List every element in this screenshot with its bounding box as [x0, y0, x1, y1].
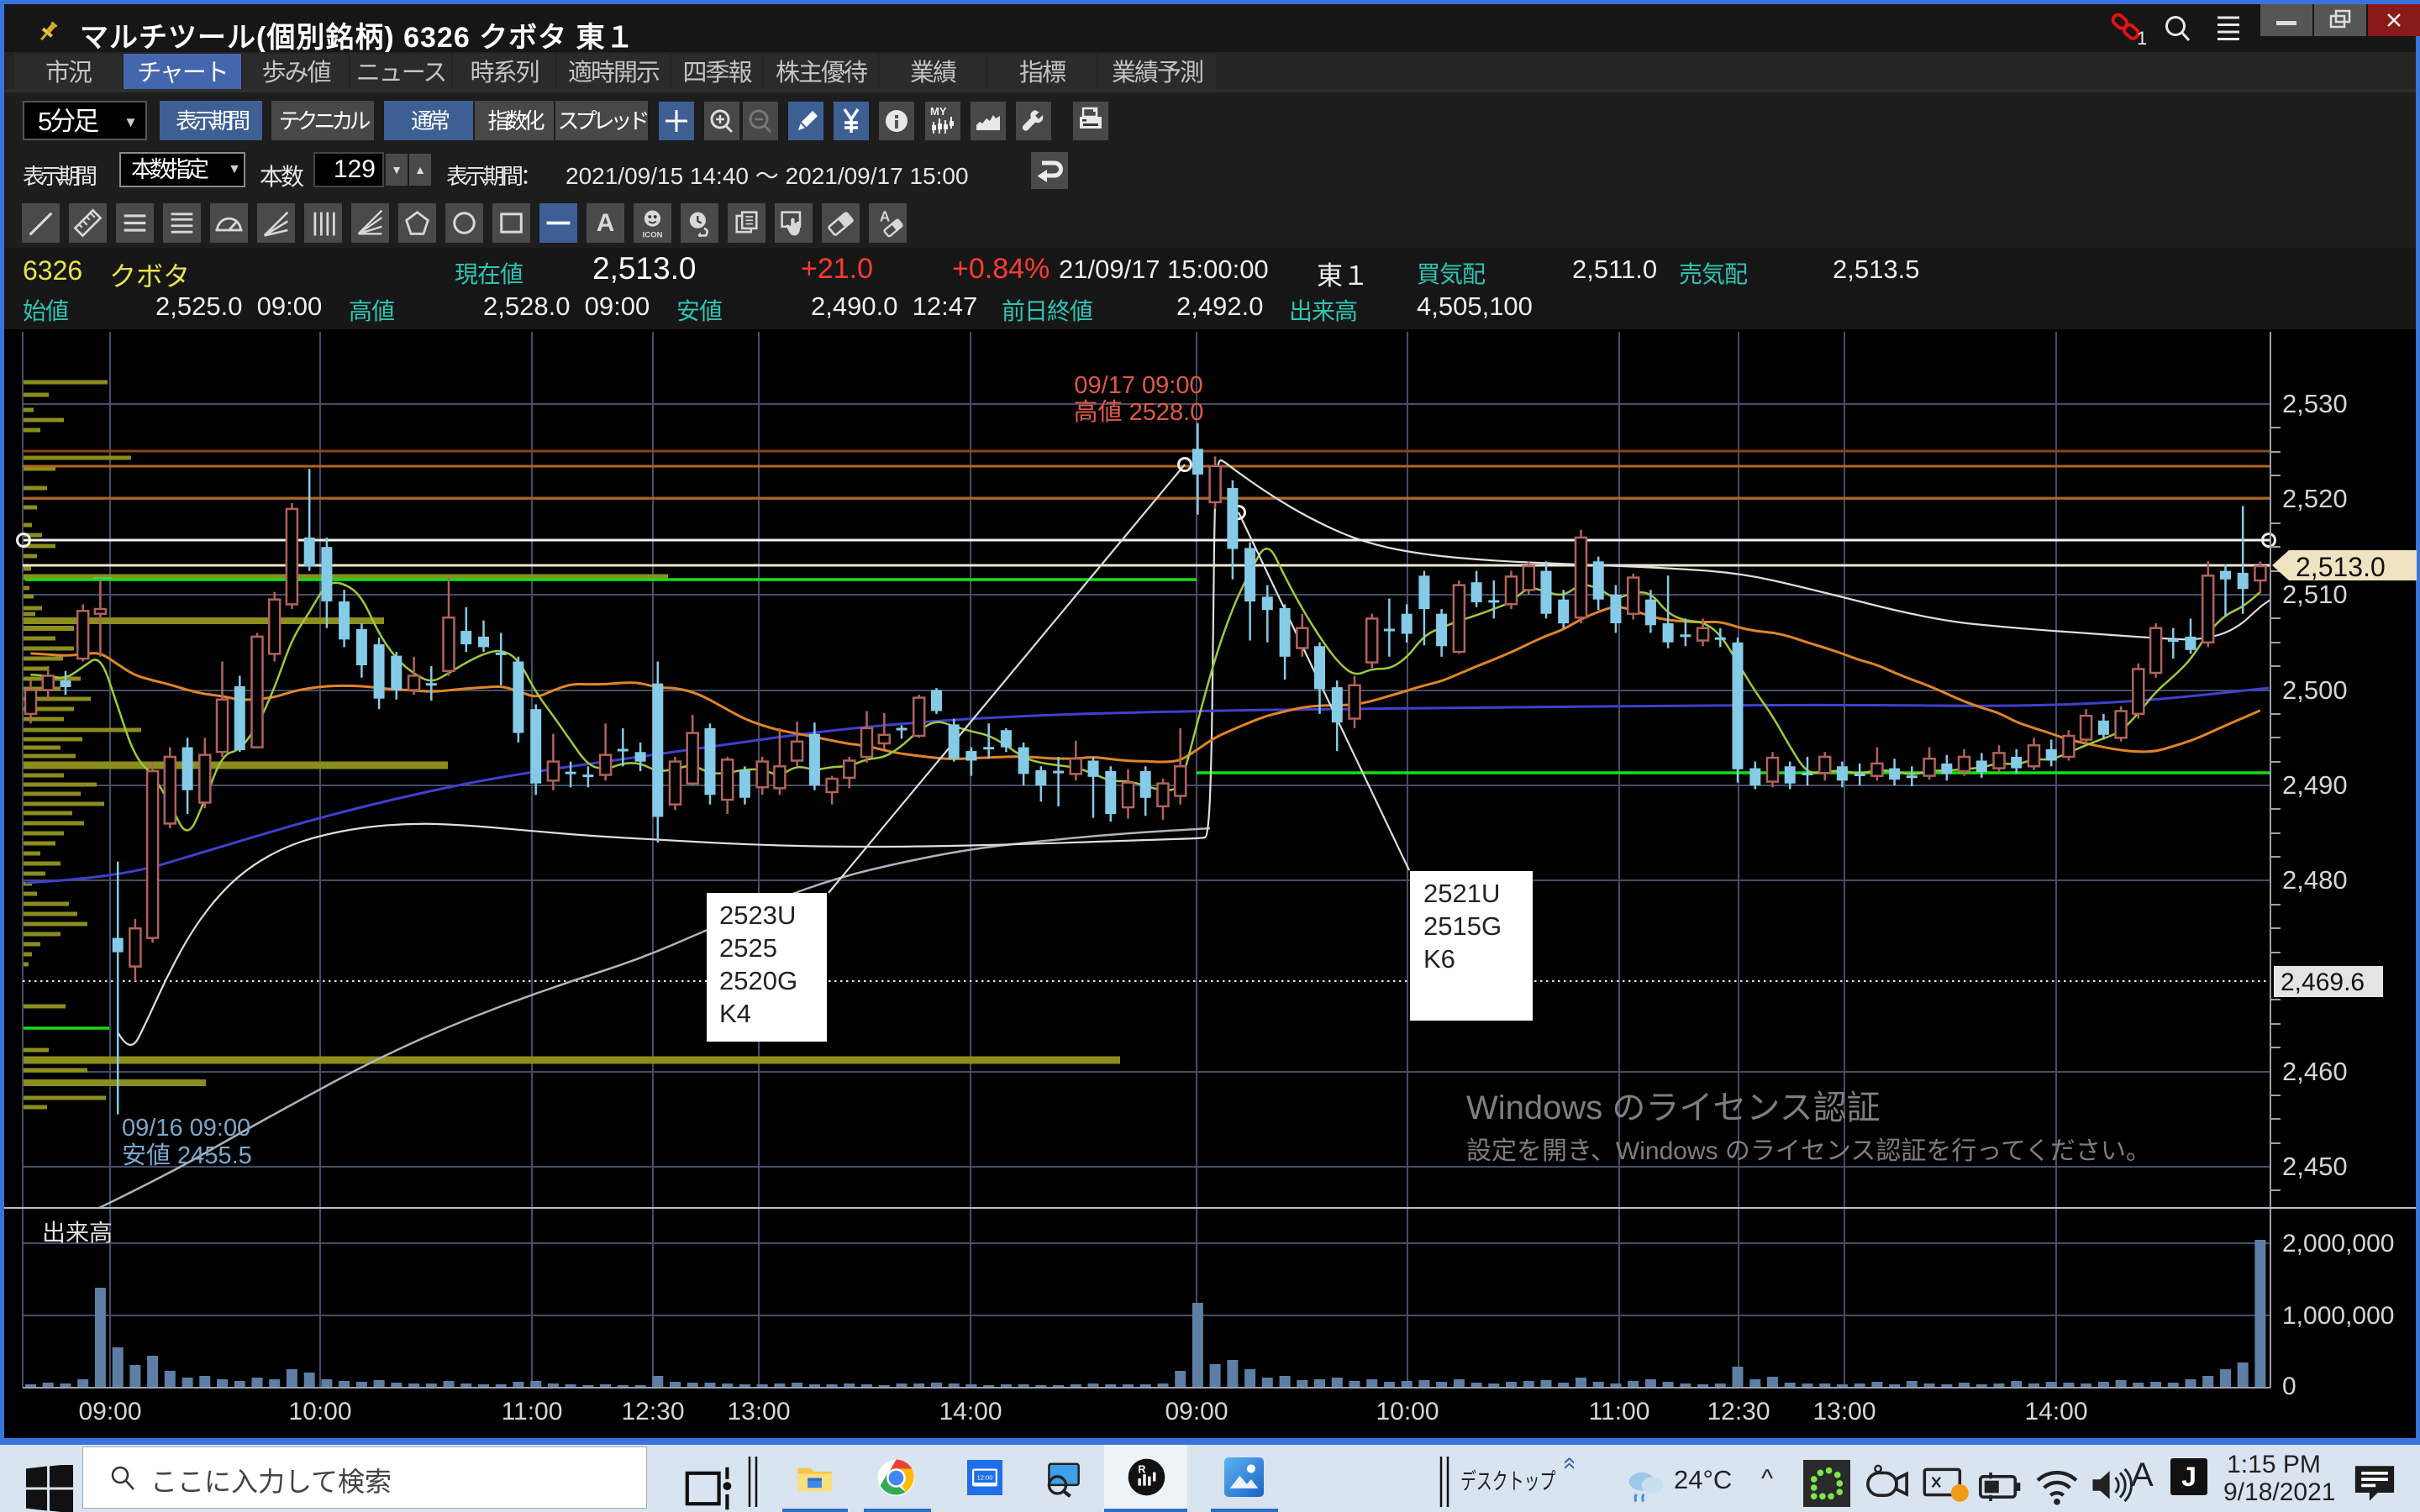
svg-text:K6: K6	[1423, 944, 1455, 974]
svg-text:10:00: 10:00	[1376, 1398, 1439, 1425]
svg-text:安値 2455.5: 安値 2455.5	[122, 1142, 252, 1169]
svg-text:10:00: 10:00	[288, 1398, 351, 1425]
svg-text:14:00: 14:00	[939, 1398, 1002, 1425]
svg-text:K4: K4	[719, 999, 751, 1028]
svg-text:2520G: 2520G	[719, 966, 797, 995]
svg-text:2,460: 2,460	[2282, 1057, 2348, 1086]
svg-text:2,530: 2,530	[2282, 389, 2348, 418]
svg-text:2523U: 2523U	[719, 900, 796, 930]
svg-text:2,520: 2,520	[2282, 484, 2348, 513]
svg-text:2525: 2525	[719, 933, 777, 963]
svg-text:出来高: 出来高	[42, 1220, 113, 1246]
svg-text:13:00: 13:00	[1812, 1398, 1876, 1425]
svg-text:1,000,000: 1,000,000	[2282, 1302, 2394, 1330]
svg-text:1: 1	[2137, 28, 2147, 46]
svg-text:09/16 09:00: 09/16 09:00	[122, 1115, 250, 1142]
svg-text:R: R	[1138, 1463, 1145, 1475]
svg-text:2,500: 2,500	[2282, 675, 2348, 705]
svg-text:2,450: 2,450	[2282, 1152, 2348, 1181]
svg-text:2,510: 2,510	[2282, 580, 2348, 609]
svg-text:2521U: 2521U	[1423, 879, 1500, 908]
svg-text:12:00: 12:00	[977, 1473, 993, 1481]
svg-text:11:00: 11:00	[502, 1398, 563, 1425]
svg-text:09:00: 09:00	[1165, 1398, 1228, 1425]
svg-text:2,469.6: 2,469.6	[2281, 969, 2365, 996]
svg-text:2,480: 2,480	[2282, 865, 2348, 895]
svg-text:設定を開き、Windows のライセンス認証を行ってください: 設定を開き、Windows のライセンス認証を行ってください。	[1466, 1137, 2151, 1165]
svg-text:09:00: 09:00	[78, 1398, 141, 1425]
svg-text:0: 0	[2282, 1373, 2296, 1400]
svg-text:ICON: ICON	[642, 231, 662, 240]
svg-text:12:30: 12:30	[621, 1398, 684, 1425]
svg-text:14:00: 14:00	[2024, 1398, 2087, 1425]
svg-text:MY: MY	[930, 105, 947, 118]
svg-text:Windows のライセンス認証: Windows のライセンス認証	[1466, 1089, 1881, 1126]
svg-text:11:00: 11:00	[1589, 1398, 1650, 1425]
svg-text:A: A	[597, 209, 615, 237]
svg-text:09/17 09:00: 09/17 09:00	[1074, 372, 1202, 399]
svg-text:2,513.0: 2,513.0	[2296, 552, 2386, 582]
svg-text:2,490: 2,490	[2282, 770, 2348, 800]
svg-text:A: A	[880, 208, 890, 224]
svg-text:2,000,000: 2,000,000	[2282, 1230, 2394, 1257]
svg-text:13:00: 13:00	[727, 1398, 790, 1425]
svg-text:高値 2528.0: 高値 2528.0	[1074, 398, 1204, 426]
svg-text:2515G: 2515G	[1423, 911, 1502, 941]
svg-text:12:30: 12:30	[1707, 1398, 1770, 1425]
